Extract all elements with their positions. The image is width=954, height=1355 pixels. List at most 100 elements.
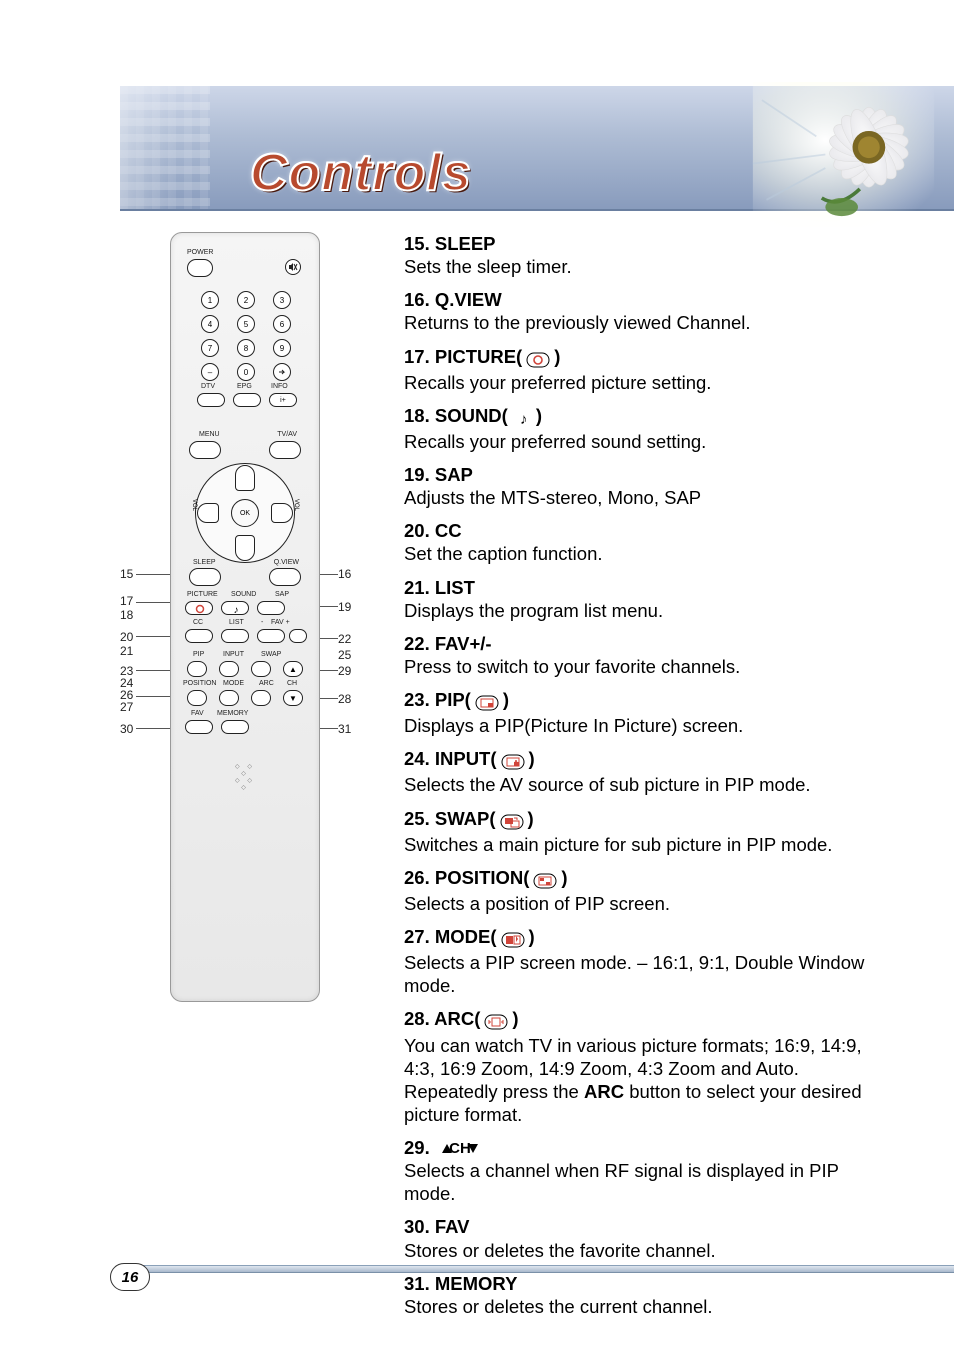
callout-17: 17	[120, 594, 133, 608]
picture-button	[185, 601, 213, 615]
enter-button	[273, 363, 291, 381]
flower-decoration	[751, 82, 936, 227]
item-20: 20. CCSet the caption function.	[404, 519, 894, 565]
item-desc: Recalls your preferred sound setting.	[404, 430, 894, 453]
sleep-button	[189, 568, 221, 586]
descriptions: 15. SLEEPSets the sleep timer. 16. Q.VIEW…	[404, 232, 894, 1235]
callout-21: 21	[120, 644, 133, 658]
position-button	[187, 690, 207, 706]
item-25: 25. SWAP()Switches a main picture for su…	[404, 807, 894, 856]
remote-diagram: POWER 1 2 3 4 5 6 7 8 9 – 0 DTV EPG INFO…	[120, 232, 370, 1235]
arc-button	[251, 690, 271, 706]
remote-body: POWER 1 2 3 4 5 6 7 8 9 – 0 DTV EPG INFO…	[170, 232, 320, 1002]
input-icon	[499, 750, 527, 773]
sap-button	[257, 601, 285, 615]
label-position: POSITION	[183, 680, 216, 687]
label-arc: ARC	[259, 680, 274, 687]
item-24: 24. INPUT()Selects the AV source of sub …	[404, 747, 894, 796]
power-button	[187, 259, 213, 277]
num-4: 4	[201, 315, 219, 333]
callout-28: 28	[338, 692, 351, 706]
item-18: 18. SOUND(♪)Recalls your preferred sound…	[404, 404, 894, 453]
input-button	[219, 661, 239, 677]
memory-button	[221, 720, 249, 734]
label-cc: CC	[193, 619, 203, 626]
item-desc: Stores or deletes the favorite channel.	[404, 1239, 894, 1262]
label-ch: CH	[287, 680, 297, 687]
svg-text:CH: CH	[449, 1140, 471, 1157]
item-22: 22. FAV+/-Press to switch to your favori…	[404, 632, 894, 678]
item-desc: Adjusts the MTS-stereo, Mono, SAP	[404, 486, 894, 509]
label-sleep: SLEEP	[193, 559, 216, 566]
page-title: Controls	[250, 143, 472, 203]
label-list: LIST	[229, 619, 244, 626]
num-9: 9	[273, 339, 291, 357]
label-favminus: -	[261, 619, 263, 626]
item-desc: Sets the sleep timer.	[404, 255, 894, 278]
item-desc: Selects the AV source of sub picture in …	[404, 773, 894, 796]
callout-15: 15	[120, 567, 133, 581]
item-desc: Returns to the previously viewed Channel…	[404, 311, 894, 334]
num-8: 8	[237, 339, 255, 357]
epg-button	[233, 393, 261, 407]
ch-down: ▼	[283, 690, 303, 706]
item-title: 30. FAV	[404, 1215, 894, 1238]
num-6: 6	[273, 315, 291, 333]
tvav-button	[269, 441, 301, 459]
item-title: 29. CH	[404, 1136, 894, 1159]
svg-text:♪: ♪	[520, 411, 528, 428]
sound-button: ♪	[221, 601, 249, 615]
callout-30: 30	[120, 722, 133, 736]
pip-icon	[473, 691, 501, 714]
item-title: 15. SLEEP	[404, 232, 894, 255]
label-fav2: FAV	[191, 710, 204, 717]
item-title: 31. MEMORY	[404, 1272, 894, 1295]
swap-icon	[498, 810, 526, 833]
pip-button	[187, 661, 207, 677]
item-27: 27. MODE()Selects a PIP screen mode. – 1…	[404, 925, 894, 997]
favminus-button	[257, 629, 285, 643]
item-title: 18. SOUND(♪)	[404, 404, 894, 430]
num-3: 3	[273, 291, 291, 309]
item-16: 16. Q.VIEWReturns to the previously view…	[404, 288, 894, 334]
swap-button	[251, 661, 271, 677]
svg-text:♪: ♪	[234, 605, 239, 615]
item-title: 22. FAV+/-	[404, 632, 894, 655]
label-memory: MEMORY	[217, 710, 248, 717]
dots-decoration: ◇ ◇ ◇◇ ◇ ◇	[230, 763, 260, 791]
item-17: 17. PICTURE()Recalls your preferred pict…	[404, 345, 894, 394]
label-info: INFO	[271, 383, 288, 390]
item-desc: Switches a main picture for sub picture …	[404, 833, 894, 856]
item-title: 23. PIP()	[404, 688, 894, 714]
position-icon	[531, 869, 559, 892]
cc-button	[185, 629, 213, 643]
callout-18: 18	[120, 608, 133, 622]
num-1: 1	[201, 291, 219, 309]
page-number: 16	[110, 1263, 150, 1291]
label-menu: MENU	[199, 431, 220, 438]
item-title: 26. POSITION()	[404, 866, 894, 892]
item-title: 17. PICTURE()	[404, 345, 894, 371]
label-epg: EPG	[237, 383, 252, 390]
mode-icon	[499, 928, 527, 951]
num-0: 0	[237, 363, 255, 381]
item-desc: Selects a PIP screen mode. – 16:1, 9:1, …	[404, 951, 894, 997]
label-sap: SAP	[275, 591, 289, 598]
qview-button	[269, 568, 301, 586]
label-sound: SOUND	[231, 591, 256, 598]
item-desc: Stores or deletes the current channel.	[404, 1295, 894, 1318]
callout-27: 27	[120, 700, 133, 714]
menu-button	[189, 441, 221, 459]
arc-icon	[482, 1010, 510, 1033]
item-desc: You can watch TV in various picture form…	[404, 1034, 894, 1080]
label-pip: PIP	[193, 651, 204, 658]
label-power: POWER	[187, 249, 213, 256]
item-title: 24. INPUT()	[404, 747, 894, 773]
callout-19: 19	[338, 600, 351, 614]
page-header: Controls	[0, 0, 954, 220]
footer-rule	[120, 1265, 954, 1273]
label-input: INPUT	[223, 651, 244, 658]
item-title: 21. LIST	[404, 576, 894, 599]
callout-16: 16	[338, 567, 351, 581]
callout-25: 25	[338, 648, 351, 662]
